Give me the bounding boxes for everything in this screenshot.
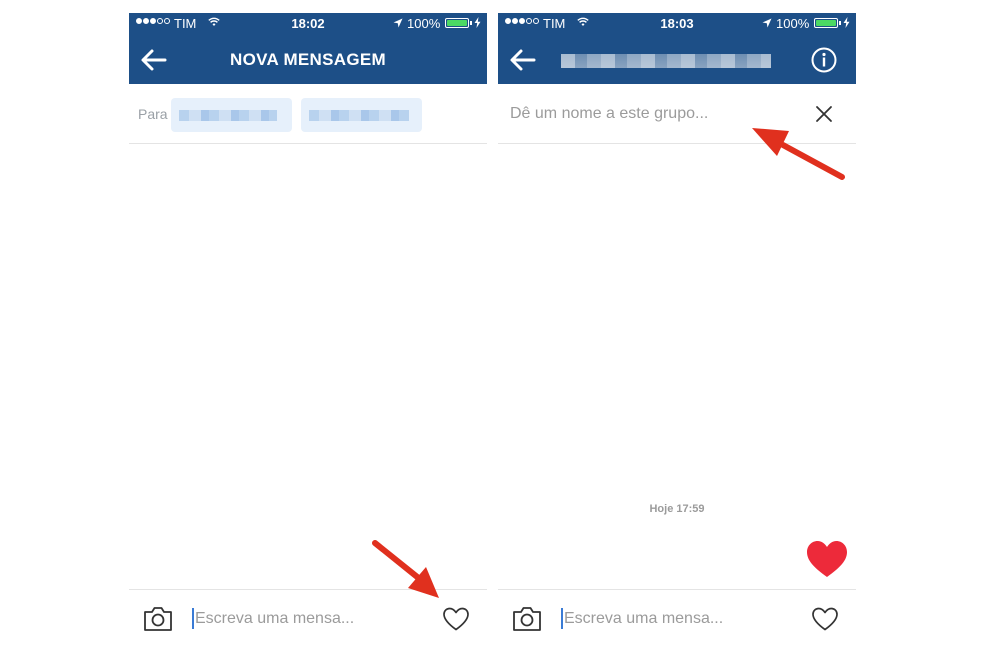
charging-bolt-icon xyxy=(843,17,850,28)
new-message-screen: TIM 18:02 100% NOVA MENSAGEM Para Escrev… xyxy=(129,13,487,661)
page-title: NOVA MENSAGEM xyxy=(230,50,386,69)
battery-percent: 100% xyxy=(407,16,441,31)
redacted-recipient-name xyxy=(309,110,409,121)
heart-icon xyxy=(807,541,847,577)
text-cursor xyxy=(561,608,563,629)
to-label: Para xyxy=(138,106,168,122)
message-composer xyxy=(129,589,487,661)
info-icon[interactable] xyxy=(810,46,838,74)
recipient-chip[interactable] xyxy=(171,98,292,132)
charging-bolt-icon xyxy=(474,17,481,28)
camera-icon[interactable] xyxy=(511,604,543,634)
top-bar: TIM 18:03 100% xyxy=(498,13,856,84)
camera-icon[interactable] xyxy=(142,604,174,634)
location-icon xyxy=(762,18,772,28)
navigation-bar xyxy=(498,35,856,84)
message-composer xyxy=(498,589,856,661)
navigation-bar: NOVA MENSAGEM xyxy=(129,35,487,84)
group-name-input[interactable] xyxy=(510,101,800,127)
message-input[interactable] xyxy=(195,606,435,632)
battery-percent: 100% xyxy=(776,16,810,31)
location-icon xyxy=(393,18,403,28)
battery-icon xyxy=(445,18,469,28)
message-timestamp: Hoje 17:59 xyxy=(649,503,705,515)
battery-tip xyxy=(470,21,472,25)
heart-icon[interactable] xyxy=(811,606,839,632)
status-bar: TIM 18:02 100% xyxy=(129,13,487,35)
message-input[interactable] xyxy=(564,606,804,632)
back-arrow-icon[interactable] xyxy=(508,45,538,75)
top-bar: TIM 18:02 100% NOVA MENSAGEM xyxy=(129,13,487,84)
recipient-chip[interactable] xyxy=(301,98,422,132)
group-chat-screen: TIM 18:03 100% Dê um nome a este grupo..… xyxy=(498,13,856,661)
text-cursor xyxy=(192,608,194,629)
group-name-row xyxy=(498,84,856,144)
redacted-group-title xyxy=(561,54,771,68)
battery-icon xyxy=(814,18,838,28)
battery-tip xyxy=(839,21,841,25)
heart-icon[interactable] xyxy=(442,606,470,632)
close-icon[interactable] xyxy=(814,104,834,124)
redacted-recipient-name xyxy=(179,110,277,121)
status-bar: TIM 18:03 100% xyxy=(498,13,856,35)
recipients-row: Para xyxy=(129,84,487,144)
